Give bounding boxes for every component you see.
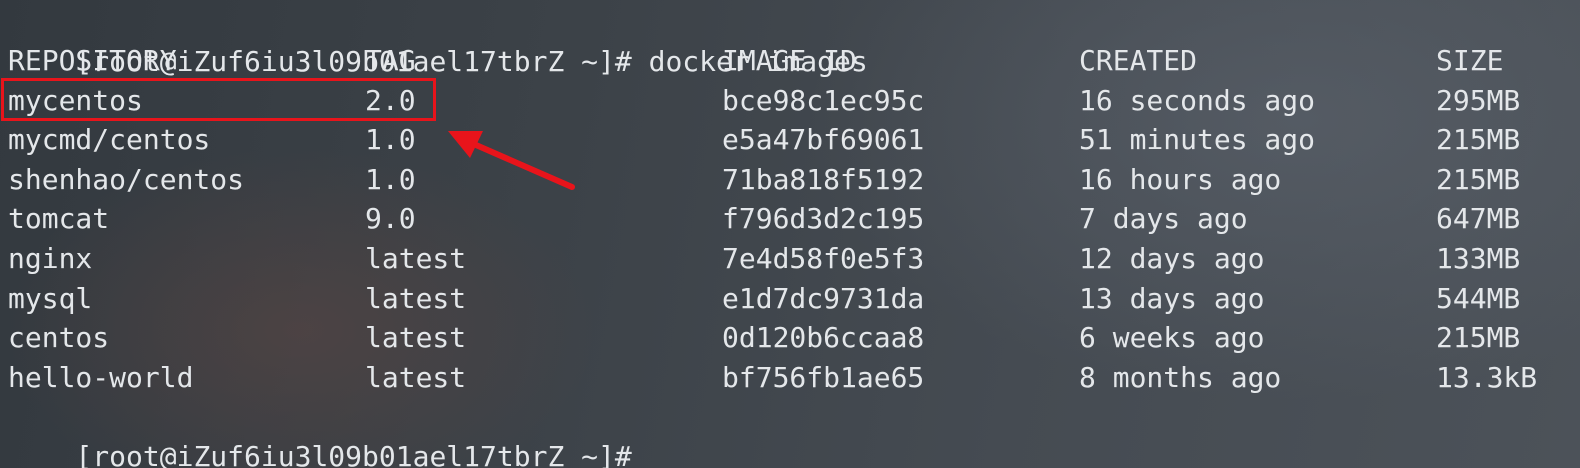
annotation-arrow-icon	[448, 131, 575, 190]
terminal-window[interactable]: [root@iZuf6iu3l09b01ael17tbrZ ~]# docker…	[0, 0, 1580, 468]
